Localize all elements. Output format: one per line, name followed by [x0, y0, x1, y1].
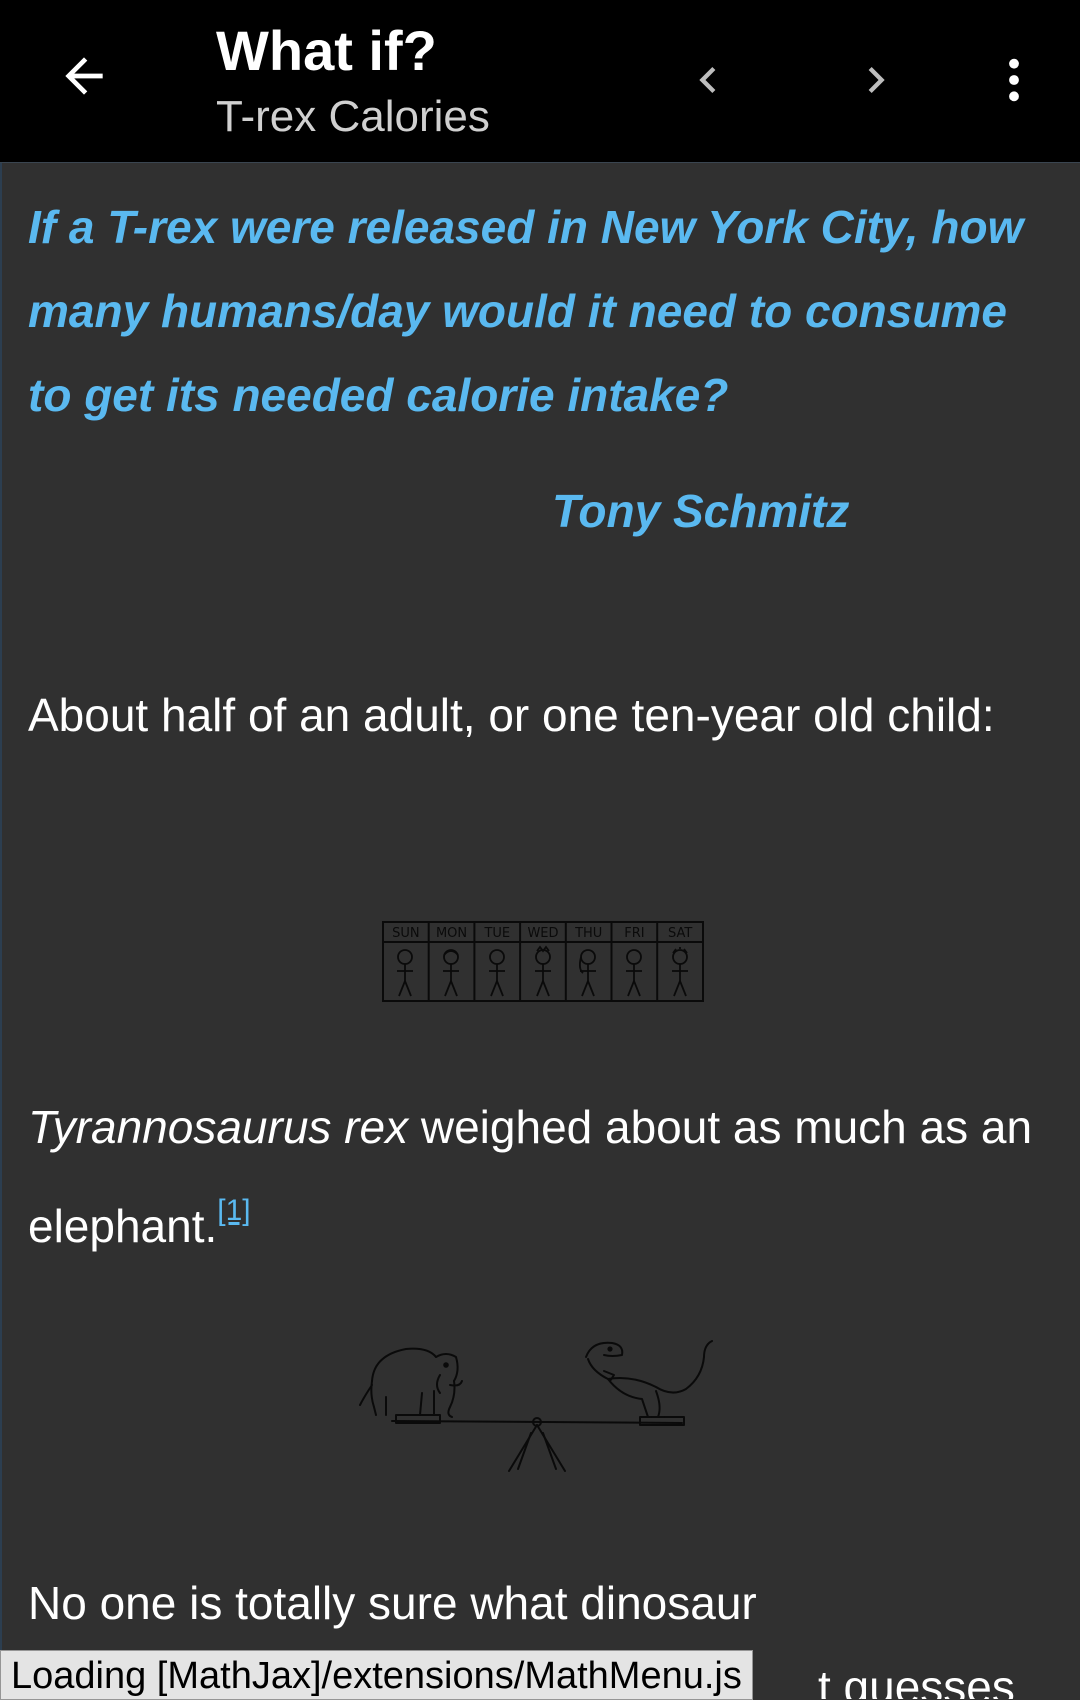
calendar-day-label: TUE — [483, 926, 510, 941]
arrow-left-icon — [65, 57, 103, 95]
overflow-menu-button[interactable] — [974, 40, 1054, 120]
previous-article-button[interactable] — [668, 40, 748, 120]
chevron-right-icon — [868, 67, 885, 93]
question-attribution: Tony Schmitz — [552, 485, 850, 537]
calendar-day-label: SAT — [668, 926, 692, 941]
title-group: What if? T-rex Calories — [216, 14, 490, 146]
calendar-day-label: MON — [436, 926, 467, 941]
mathjax-loading-status: Loading [MathJax]/extensions/MathMenu.js — [0, 1650, 753, 1700]
app-title: What if? — [216, 19, 437, 82]
calendar-day-label: WED — [527, 926, 558, 941]
next-article-button[interactable] — [836, 40, 916, 120]
paragraph-2: Tyrannosaurus rex weighed about as much … — [28, 1085, 1048, 1268]
back-button[interactable] — [44, 36, 124, 116]
weekly-calendar-comic: SUN MON TUE WED THU FRI SAT — [382, 921, 704, 1002]
article-content[interactable]: If a T-rex were released in New York Cit… — [0, 163, 1080, 1699]
calendar-day-label: FRI — [624, 926, 644, 941]
calendar-day-label: SUN — [392, 926, 420, 941]
article-subtitle: T-rex Calories — [216, 92, 490, 141]
app-bar: What if? T-rex Calories — [0, 0, 1080, 163]
paragraph-1: About half of an adult, or one ten-year … — [28, 689, 995, 741]
more-vert-icon — [1009, 58, 1019, 102]
article-question: If a T-rex were released in New York Cit… — [28, 201, 1024, 421]
chevron-left-icon — [699, 67, 716, 93]
elephant-trex-seesaw-comic — [359, 1340, 713, 1472]
footnote-link-1[interactable]: [1] — [217, 1194, 250, 1227]
species-name: Tyrannosaurus rex — [28, 1101, 409, 1153]
calendar-day-label: THU — [574, 926, 602, 941]
paragraph-3-text: No one is totally sure what dinosaur — [28, 1577, 757, 1629]
